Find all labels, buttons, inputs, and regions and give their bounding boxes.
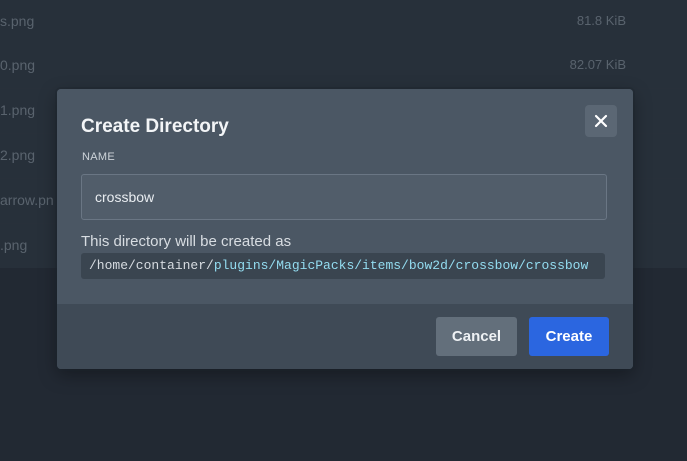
path-base: /home/container/ [89,258,214,273]
create-button[interactable]: Create [529,317,609,356]
path-relative: plugins/MagicPacks/items/bow2d/crossbow/… [213,258,589,273]
modal-title: Create Directory [81,116,229,137]
modal-body: Create Directory NAME This directory wil… [57,89,633,304]
name-field-label: NAME [82,151,115,163]
path-preview: /home/container/plugins/MagicPacks/items… [81,253,605,279]
cancel-button[interactable]: Cancel [436,317,517,356]
create-directory-modal: Create Directory NAME This directory wil… [57,89,633,369]
close-button[interactable] [585,105,617,137]
modal-footer: Cancel Create [57,304,633,369]
directory-name-input[interactable] [81,174,607,220]
path-help-text: This directory will be created as [81,233,292,250]
close-icon [594,114,608,128]
